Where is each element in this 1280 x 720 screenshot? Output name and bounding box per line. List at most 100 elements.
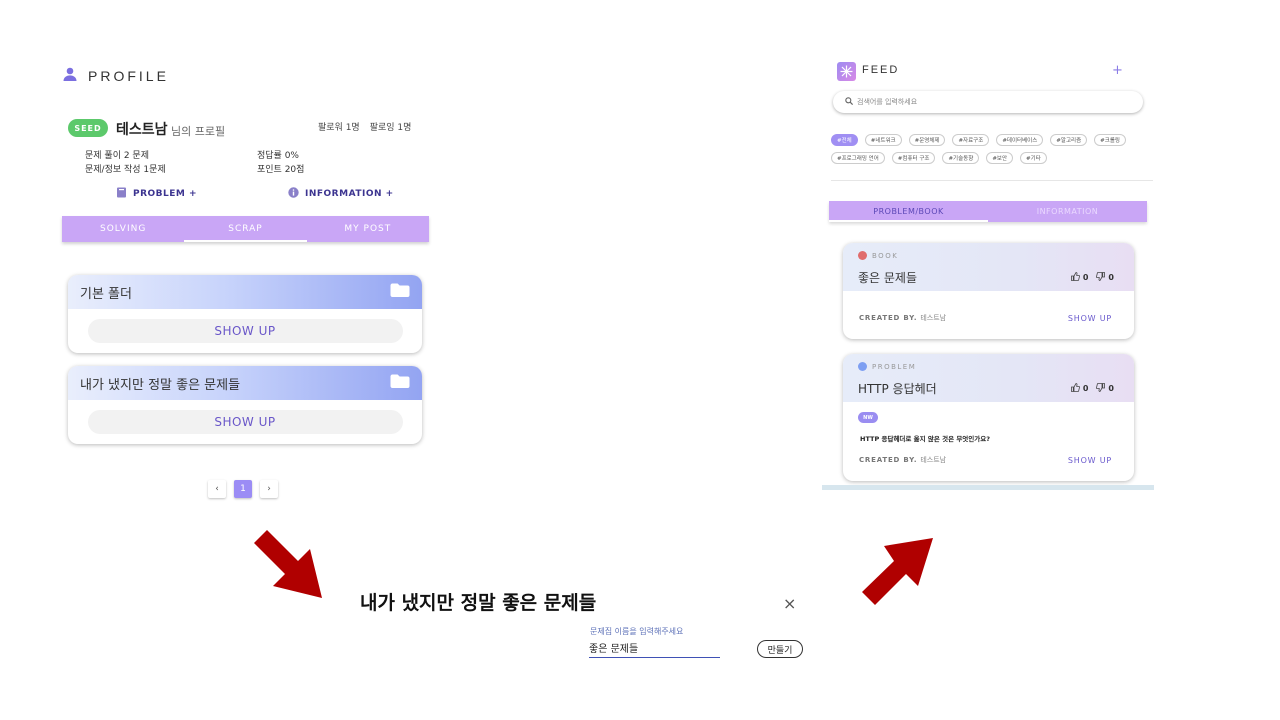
tag-chip[interactable]: #컴퓨터 구조 (891, 152, 936, 164)
tag-chip[interactable]: #기술동향 (942, 152, 980, 164)
search-input[interactable]: 검색어를 입력하세요 (833, 91, 1143, 113)
feed-tabs: PROBLEM/BOOK INFORMATION (829, 201, 1147, 222)
post-kind-label: PROBLEM (872, 362, 917, 371)
kind-dot (858, 251, 867, 260)
thumb-down-icon (1096, 272, 1106, 283)
information-link[interactable]: INFORMATION + (288, 187, 394, 201)
created-by: CREATED BY. 테스트남 (859, 313, 946, 323)
add-post-button[interactable]: + (1112, 63, 1123, 78)
cropped-strip (822, 485, 1154, 490)
show-up-link[interactable]: SHOW UP (1068, 456, 1112, 465)
show-up-button[interactable]: SHOW UP (87, 319, 403, 343)
folder-header: 내가 냈지만 정말 좋은 문제들 (68, 366, 422, 400)
stat-written: 문제/정보 작성 1문제 (85, 165, 166, 175)
like-count: 0 (1082, 273, 1089, 282)
post-card[interactable]: BOOK 좋은 문제들 0 0 CREATED BY. 테스트남 SHOW UP (843, 243, 1134, 339)
tag-chip[interactable]: #운영체제 (908, 134, 946, 146)
like-count: 0 (1082, 384, 1089, 393)
folder-name-label: 문제집 이름을 입력해주세요 (590, 627, 684, 636)
tab-problem-book[interactable]: PROBLEM/BOOK (829, 201, 988, 222)
post-title: HTTP 응답헤더 (858, 382, 937, 396)
tag-chip[interactable]: #데이터베이스 (996, 134, 1044, 146)
dislike-button[interactable]: 0 (1096, 383, 1114, 394)
thumb-up-icon (1070, 383, 1080, 394)
tag-chip[interactable]: #보안 (986, 152, 1014, 164)
search-icon (845, 97, 854, 107)
tag-chip[interactable]: #기타 (1020, 152, 1047, 164)
show-up-link[interactable]: SHOW UP (1068, 314, 1112, 323)
stat-points: 포인트 20점 (257, 165, 305, 175)
feed-title: FEED (862, 64, 900, 76)
problem-link-label: PROBLEM + (133, 189, 198, 199)
tag-chip[interactable]: #자료구조 (952, 134, 990, 146)
prev-page-button[interactable]: ‹ (208, 480, 226, 498)
folder-card: 기본 폴더 SHOW UP (68, 275, 422, 353)
search-placeholder: 검색어를 입력하세요 (857, 98, 918, 106)
like-button[interactable]: 0 (1070, 272, 1089, 283)
profile-title: PROFILE (88, 68, 169, 84)
follow-counts: 팔로워 1명 팔로잉 1명 (318, 120, 411, 133)
tag-chip[interactable]: #프로그래밍 언어 (831, 152, 885, 164)
created-by-label: CREATED BY. (859, 314, 918, 322)
stat-solved: 문제 풀이 2 문제 (85, 151, 149, 161)
problem-link[interactable]: PROBLEM + (116, 187, 197, 201)
arrow-icon (860, 536, 936, 608)
book-icon (116, 187, 127, 201)
tag-chip[interactable]: #전체 (831, 134, 858, 146)
folder-name: 내가 냈지만 정말 좋은 문제들 (80, 377, 241, 393)
tab-my-post[interactable]: MY POST (307, 216, 429, 242)
dislike-button[interactable]: 0 (1096, 272, 1114, 283)
info-icon (288, 187, 299, 201)
user-icon (62, 66, 78, 86)
vote-box: 0 0 (1070, 272, 1114, 283)
folder-header: 기본 폴더 (68, 275, 422, 309)
author-name: 테스트남 (920, 314, 947, 322)
tag-chip[interactable]: #네트워크 (864, 134, 902, 146)
create-button[interactable]: 만들기 (757, 640, 803, 658)
question-text: HTTP 응답헤더로 옳지 않은 것은 무엇인가요? (860, 435, 990, 443)
thumb-down-icon (1096, 383, 1106, 394)
information-link-label: INFORMATION + (305, 189, 394, 199)
followers-link[interactable]: 팔로워 1명 (318, 120, 360, 133)
thumb-up-icon (1070, 272, 1080, 283)
profile-tabs: SOLVING SCRAP MY POST (62, 216, 429, 242)
profile-header: PROFILE (62, 66, 169, 86)
folder-card: 내가 냈지만 정말 좋은 문제들 SHOW UP (68, 366, 422, 444)
folder-icon[interactable] (390, 282, 410, 302)
dislike-count: 0 (1108, 273, 1114, 282)
kind-dot (858, 362, 867, 371)
vote-box: 0 0 (1070, 383, 1114, 394)
feed-logo-icon (837, 62, 856, 81)
post-title: 좋은 문제들 (858, 271, 918, 285)
folder-name: 기본 폴더 (80, 286, 132, 302)
following-link[interactable]: 팔로잉 1명 (370, 120, 412, 133)
pagination: ‹ 1 › (208, 480, 278, 498)
user-name: 테스트남 (116, 122, 168, 138)
post-kind: PROBLEM (858, 362, 1119, 371)
folder-icon[interactable] (390, 373, 410, 393)
dislike-count: 0 (1108, 384, 1114, 393)
tab-solving[interactable]: SOLVING (62, 216, 184, 242)
tag-chip[interactable]: #크롤링 (1094, 134, 1126, 146)
next-page-button[interactable]: › (260, 480, 278, 498)
post-kind: BOOK (858, 251, 1119, 260)
tab-scrap[interactable]: SCRAP (184, 216, 307, 242)
arrow-icon (252, 528, 326, 602)
page-button-current[interactable]: 1 (234, 480, 252, 498)
post-card[interactable]: PROBLEM HTTP 응답헤더 0 0 NW HTTP 응답헤더로 옳지 않… (843, 354, 1134, 481)
category-badge: NW (858, 412, 878, 423)
folder-name-input[interactable] (589, 638, 720, 658)
dialog-title: 내가 냈지만 정말 좋은 문제들 (360, 592, 597, 614)
tab-information[interactable]: INFORMATION (988, 201, 1147, 222)
stat-accuracy: 정답률 0% (257, 151, 299, 161)
show-up-button[interactable]: SHOW UP (87, 410, 403, 434)
tag-chip[interactable]: #알고리즘 (1050, 134, 1088, 146)
created-by-label: CREATED BY. (859, 456, 918, 464)
created-by: CREATED BY. 테스트남 (859, 455, 946, 465)
user-name-suffix: 님의 프로필 (171, 125, 226, 138)
like-button[interactable]: 0 (1070, 383, 1089, 394)
tag-filter-list: #전체 #네트워크 #운영체제 #자료구조 #데이터베이스 #알고리즘 #크롤링… (831, 134, 1153, 164)
close-icon[interactable]: × (783, 594, 796, 613)
post-header: BOOK 좋은 문제들 0 0 (843, 243, 1134, 291)
post-header: PROBLEM HTTP 응답헤더 0 0 (843, 354, 1134, 402)
